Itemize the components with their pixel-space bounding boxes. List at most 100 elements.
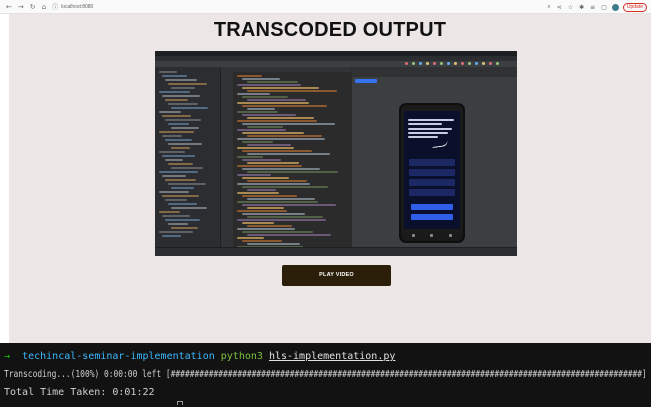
code-line: [237, 93, 270, 95]
code-line: [242, 240, 282, 242]
tree-entry: [165, 179, 196, 181]
prompt-script[interactable]: hls-implementation.py: [269, 351, 395, 362]
share-icon[interactable]: ⋖: [557, 4, 562, 11]
code-line: [247, 81, 298, 83]
tree-entry: [168, 203, 197, 205]
site-info-icon[interactable]: ⓘ: [52, 2, 58, 11]
code-line: [237, 183, 310, 185]
tree-entry: [171, 147, 190, 149]
tree-entry: [168, 123, 189, 125]
extension-icon[interactable]: ✱: [579, 4, 584, 11]
code-line: [237, 156, 263, 158]
code-line: [242, 150, 312, 152]
code-line: [242, 231, 313, 233]
phone-secondary-button: [411, 214, 453, 220]
code-line: [247, 189, 276, 191]
terminal-prompt-line: → techincal-seminar-implementation pytho…: [4, 351, 395, 363]
play-video-button[interactable]: PLAY VIDEO: [282, 265, 391, 286]
ide-project-tree: [155, 67, 221, 247]
phone-text-line: [408, 123, 442, 125]
ide-toolbar-icon: [405, 62, 408, 65]
zoom-icon[interactable]: ⌕: [547, 3, 550, 11]
code-line: [242, 186, 328, 188]
tree-entry: [165, 219, 200, 221]
ide-toolbar-icon: [496, 62, 499, 65]
ide-toolbar-icon: [433, 62, 436, 65]
ide-gutter: [221, 72, 233, 247]
tree-entry: [165, 79, 197, 81]
page-title: TRANSCODED OUTPUT: [213, 19, 447, 41]
phone-emulator: [399, 103, 465, 243]
transcoding-progress-line: Transcoding...(100%) 0:00:00 left [#####…: [4, 369, 647, 380]
home-icon[interactable]: ⌂: [42, 0, 46, 14]
code-line: [242, 78, 280, 80]
media-icon[interactable]: ≡: [590, 4, 595, 11]
reload-icon[interactable]: ↻: [30, 0, 36, 14]
prompt-arrow: →: [4, 351, 11, 362]
phone-text-line: [408, 136, 438, 138]
code-line: [242, 132, 304, 134]
code-line: [242, 141, 273, 143]
code-line: [247, 162, 299, 164]
tab-icon[interactable]: ▢: [601, 4, 607, 11]
code-line: [242, 96, 288, 98]
code-line: [242, 195, 297, 197]
ide-device-tab: [355, 79, 377, 83]
tree-entry: [165, 159, 183, 161]
code-line: [242, 159, 281, 161]
update-button[interactable]: Update: [622, 2, 647, 12]
phone-text-line: [408, 119, 454, 121]
code-line: [237, 228, 295, 230]
video-frame[interactable]: [155, 51, 517, 256]
tree-entry: [168, 163, 193, 165]
tree-entry: [162, 135, 182, 137]
tree-entry: [168, 143, 202, 145]
ide-toolbar-icon: [426, 62, 429, 65]
phone-text-line: [408, 132, 448, 134]
tree-entry: [159, 151, 185, 153]
code-line: [242, 222, 274, 224]
phone-input-field: [409, 189, 455, 196]
code-line: [247, 180, 307, 182]
tree-entry: [171, 127, 199, 129]
terminal-cursor: [177, 401, 183, 405]
star-icon[interactable]: ☆: [568, 4, 573, 11]
tree-entry: [171, 107, 208, 109]
code-line: [247, 108, 275, 110]
terminal-panel: → techincal-seminar-implementation pytho…: [0, 343, 651, 407]
tree-entry: [162, 195, 199, 197]
tree-entry: [162, 155, 195, 157]
code-line: [242, 114, 296, 116]
prompt-directory: techincal-seminar-implementation: [22, 351, 215, 362]
code-line: [237, 201, 318, 203]
page-content: TRANSCODED OUTPUT PLAY VIDEO: [9, 14, 651, 343]
code-line: [242, 204, 336, 206]
code-line: [237, 84, 301, 86]
tree-entry: [159, 131, 194, 133]
code-line: [247, 198, 315, 200]
code-line: [247, 153, 330, 155]
code-line: [247, 216, 323, 218]
ide-toolbar-icon: [454, 62, 457, 65]
code-line: [247, 243, 300, 245]
ide-toolbar-icon: [489, 62, 492, 65]
code-line: [237, 129, 286, 131]
tree-entry: [171, 187, 194, 189]
browser-toolbar: ← → ↻ ⌂ ⓘ localhost:8080 ⌕ ⋖ ☆ ✱ ≡ ▢ Upd…: [0, 0, 651, 14]
tree-entry: [165, 139, 192, 141]
ide-toolbar-icon: [475, 62, 478, 65]
tree-entry: [159, 111, 181, 113]
address-bar[interactable]: ⓘ localhost:8080: [52, 2, 93, 12]
tree-entry: [168, 183, 206, 185]
total-time-line: Total Time Taken: 0:01:22: [4, 387, 155, 398]
avatar[interactable]: [611, 3, 619, 11]
code-line: [247, 171, 338, 173]
nav-recent-icon: [449, 233, 453, 237]
toolbar-actions: ⌕ ⋖ ☆ ✱ ≡ ▢ Update: [541, 0, 647, 14]
tree-entry: [159, 91, 190, 93]
ide-statusbar: [155, 247, 517, 256]
back-arrow-icon[interactable]: ←: [6, 0, 12, 14]
ide-toolbar-icon: [447, 62, 450, 65]
forward-arrow-icon[interactable]: →: [18, 0, 24, 14]
tree-entry: [165, 99, 188, 101]
